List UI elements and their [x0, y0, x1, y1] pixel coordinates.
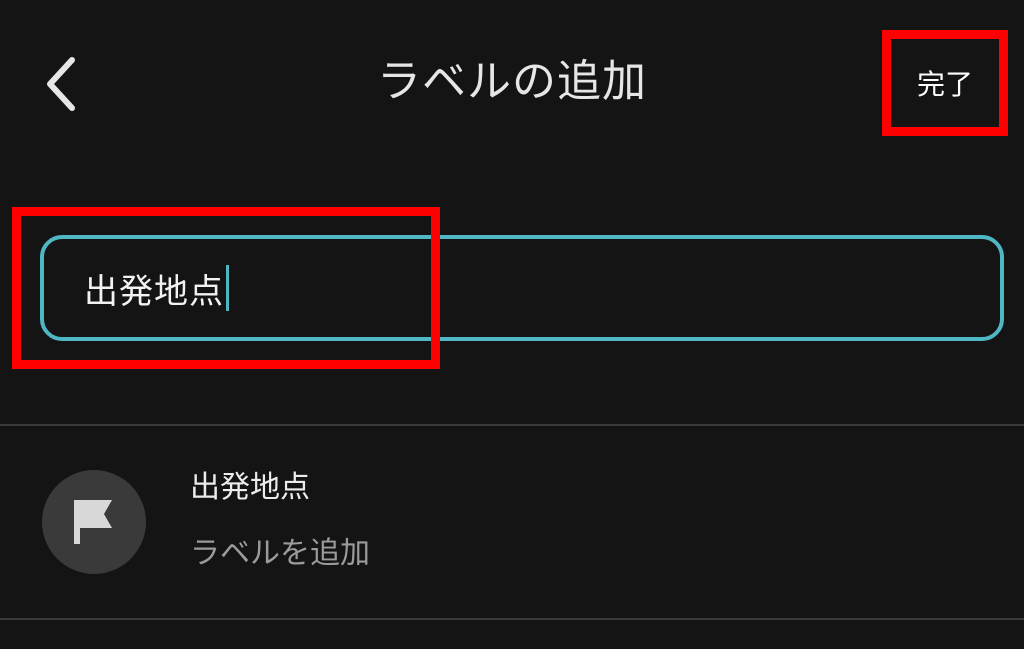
flag-icon: [74, 500, 112, 544]
suggestion-subtitle: ラベルを追加: [190, 536, 370, 571]
label-input-field[interactable]: 出発地点: [40, 235, 1004, 341]
suggestion-item[interactable]: 出発地点 ラベルを追加: [0, 426, 1024, 618]
page-title: ラベルの追加: [377, 56, 647, 107]
back-button[interactable]: [30, 52, 90, 116]
label-input[interactable]: 出発地点: [84, 239, 229, 337]
done-button[interactable]: 完了: [882, 30, 1008, 136]
flag-avatar: [42, 470, 146, 574]
text-cursor: [226, 265, 229, 311]
divider-bottom: [0, 618, 1024, 620]
label-input-value: 出発地点: [84, 271, 224, 312]
suggestion-title: 出発地点: [190, 470, 310, 505]
header-bar: ラベルの追加 完了: [0, 0, 1024, 170]
chevron-left-icon: [47, 57, 75, 111]
